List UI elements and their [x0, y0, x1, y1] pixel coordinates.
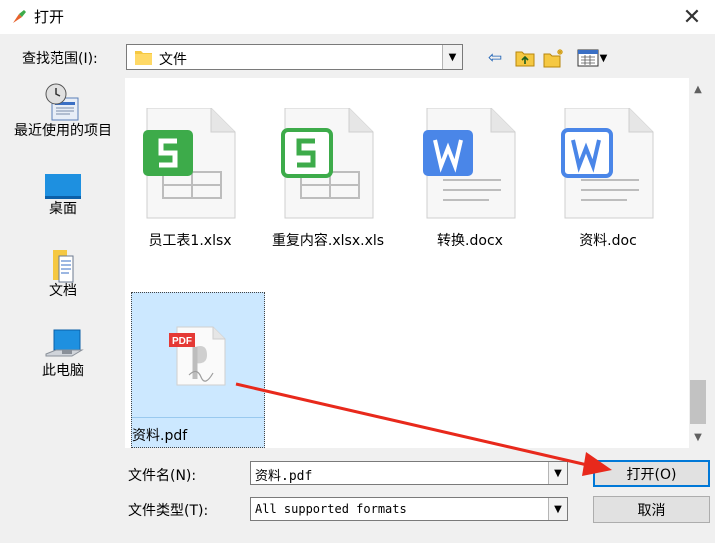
desktop-icon [45, 174, 81, 199]
place-label-desktop: 桌面 [49, 201, 77, 217]
place-label-this-pc: 此电脑 [42, 363, 84, 379]
chevron-down-icon: ▼ [599, 52, 608, 64]
scroll-up-icon[interactable]: ▲ [689, 78, 707, 100]
file-name: 重复内容.xlsx.xls [271, 233, 385, 249]
file-list: 员工表1.xlsx 重复内容.xlsx.xls 转换.docx 资料.doc P… [125, 78, 689, 448]
open-button[interactable]: 打开(O) [593, 460, 710, 487]
divider [132, 417, 264, 418]
look-in-label: 查找范围(I): [22, 51, 98, 67]
up-folder-icon [515, 51, 535, 67]
back-button[interactable]: ⇦ [484, 48, 506, 68]
file-name: 资料.doc [579, 233, 637, 249]
folder-icon [135, 51, 152, 65]
places-bar: 最近使用的项目 桌面 文档 此电脑 [8, 76, 118, 446]
pdf-badge: PDF [172, 336, 192, 347]
look-in-value: 文件 [159, 52, 187, 68]
view-menu-button[interactable]: ▼ [572, 48, 612, 68]
file-item[interactable]: 转换.docx [405, 78, 535, 249]
file-item-selected[interactable]: PDF 资料.pdf [131, 292, 265, 448]
filetype-value: All supported formats [255, 502, 407, 516]
chevron-down-icon[interactable]: ▼ [548, 498, 567, 520]
cancel-button[interactable]: 取消 [593, 496, 710, 523]
close-button[interactable]: ✕ [669, 0, 715, 34]
look-in-dropdown[interactable]: 文件 ▼ [126, 44, 463, 70]
window-title: 打开 [34, 8, 65, 26]
spreadsheet-icon [143, 108, 236, 219]
back-arrow-icon: ⇦ [487, 48, 503, 68]
file-item[interactable]: 重复内容.xlsx.xls [263, 78, 393, 249]
filename-label: 文件名(N): [128, 468, 197, 484]
app-icon [13, 10, 26, 23]
view-grid-icon [577, 49, 599, 67]
new-folder-button[interactable] [543, 48, 565, 68]
chevron-down-icon[interactable]: ▼ [548, 462, 567, 484]
place-this-pc[interactable]: 此电脑 [8, 328, 118, 379]
computer-icon [45, 329, 84, 357]
pdf-icon: PDF [169, 326, 226, 386]
word-doc-outline-icon [561, 108, 654, 219]
open-file-dialog: 打开 ✕ 查找范围(I): 文件 ▼ ⇦ ▼ 最近使用的项目 桌面 文档 此电脑… [0, 0, 715, 543]
scroll-down-icon[interactable]: ▼ [689, 426, 707, 448]
place-label-recent: 最近使用的项目 [14, 123, 112, 139]
filename-value: 资料.pdf [255, 469, 313, 484]
place-documents[interactable]: 文档 [8, 248, 118, 299]
scroll-thumb[interactable] [690, 380, 706, 424]
word-doc-icon [423, 108, 516, 219]
recent-places-icon [45, 83, 79, 121]
file-name: 转换.docx [437, 233, 503, 249]
file-item[interactable]: 员工表1.xlsx [125, 78, 255, 249]
new-folder-icon [543, 49, 563, 68]
chevron-down-icon[interactable]: ▼ [442, 45, 462, 69]
filetype-label: 文件类型(T): [128, 503, 209, 519]
spreadsheet-outline-icon [281, 108, 374, 219]
place-desktop[interactable]: 桌面 [8, 172, 118, 217]
filetype-dropdown[interactable]: All supported formats ▼ [250, 497, 568, 521]
title-bar: 打开 ✕ [0, 0, 715, 34]
place-recent[interactable]: 最近使用的项目 [8, 80, 118, 139]
up-folder-button[interactable] [514, 48, 536, 68]
vertical-scrollbar[interactable]: ▲ ▼ [689, 78, 707, 448]
file-item[interactable]: 资料.doc [543, 78, 673, 249]
file-name: 资料.pdf [132, 428, 188, 444]
file-name: 员工表1.xlsx [148, 233, 232, 249]
close-icon: ✕ [682, 4, 702, 30]
place-label-documents: 文档 [49, 283, 77, 299]
filename-input[interactable]: 资料.pdf ▼ [250, 461, 568, 485]
documents-icon [53, 250, 74, 283]
